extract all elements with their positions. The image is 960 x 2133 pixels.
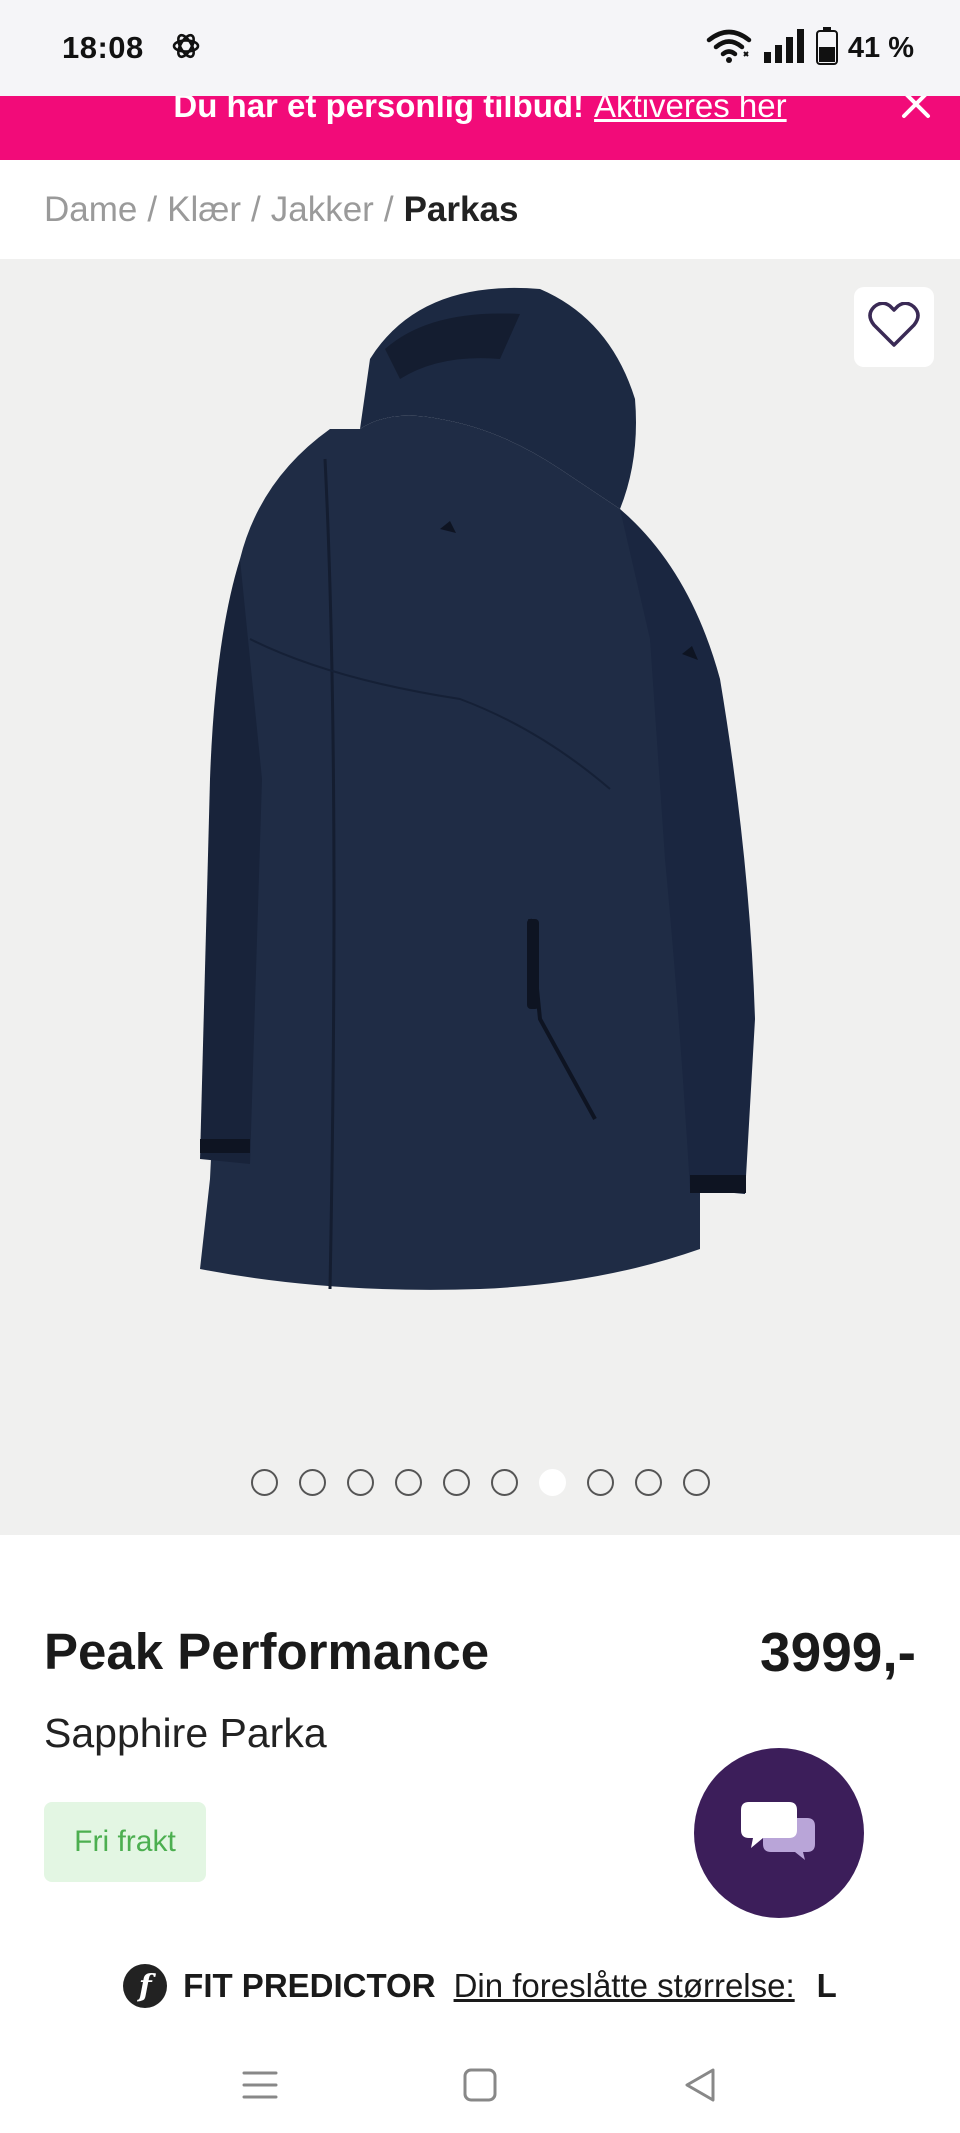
gallery-dot[interactable] [394,1469,422,1496]
fit-predictor-link[interactable]: Din foreslåtte størrelse: [454,1967,795,2005]
page: 18:08 41 % Du har et personlig tilbud! A… [0,0,960,2133]
product-name: Sapphire Parka [44,1710,327,1756]
gallery-dot[interactable] [634,1469,662,1496]
breadcrumb-current: Parkas [403,190,519,229]
gallery-dot[interactable] [490,1469,518,1496]
product-price: 3999,- [760,1621,916,1683]
close-icon[interactable] [894,96,938,126]
product-brand[interactable]: Peak Performance [44,1622,489,1681]
promo-text: Du har et personlig tilbud! [173,96,585,124]
chat-icon [741,1800,817,1867]
heart-icon [868,301,920,353]
status-right: 41 % [706,26,914,70]
breadcrumb-item-jakker[interactable]: Jakker [271,190,374,230]
promo-content: Du har et personlig tilbud! Aktiveres he… [0,96,960,138]
promo-activate-link[interactable]: Aktiveres her [594,96,787,125]
fit-predictor[interactable]: f FIT PREDICTOR Din foreslåtte størrelse… [0,1958,960,2014]
wifi-icon [706,28,752,69]
gallery-dot[interactable] [586,1469,614,1496]
gallery-dot[interactable] [298,1469,326,1496]
gallery-dot[interactable] [346,1469,374,1496]
system-nav-bar [0,2036,960,2133]
home-icon[interactable] [450,2055,510,2115]
gallery-dots [0,1469,960,1503]
breadcrumb-separator: / [251,190,261,229]
chat-button[interactable] [694,1748,864,1918]
breadcrumb-item-dame[interactable]: Dame [44,190,137,230]
fit-predictor-size: L [816,1967,837,2004]
product-image [200,287,755,1290]
breadcrumb-separator: / [383,190,394,229]
gallery-dot-active[interactable] [538,1469,566,1496]
battery-icon [815,26,838,70]
breadcrumb-item-klaer[interactable]: Klær [167,190,241,230]
promo-banner: Du har et personlig tilbud! Aktiveres he… [0,96,960,160]
battery-percent: 41 % [847,31,914,64]
openai-icon [170,30,202,67]
status-bar: 18:08 41 % [0,0,960,96]
gallery-dot[interactable] [250,1469,278,1496]
breadcrumb-separator: / [147,190,158,229]
gallery-dot[interactable] [442,1469,470,1496]
status-left: 18:08 [62,30,202,67]
back-icon[interactable] [670,2055,730,2115]
status-time: 18:08 [62,30,144,65]
free-shipping-badge: Fri frakt [44,1802,206,1882]
breadcrumb: Dame / Klær / Jakker / Parkas [44,180,518,240]
favorite-button[interactable] [854,287,934,367]
fit-predictor-title: FIT PREDICTOR [183,1967,436,2004]
product-image-gallery[interactable] [0,259,960,1535]
gallery-dot[interactable] [682,1469,710,1496]
menu-icon[interactable] [230,2055,290,2115]
fit-predictor-logo-icon: f [123,1964,168,2008]
signal-icon [762,28,806,69]
